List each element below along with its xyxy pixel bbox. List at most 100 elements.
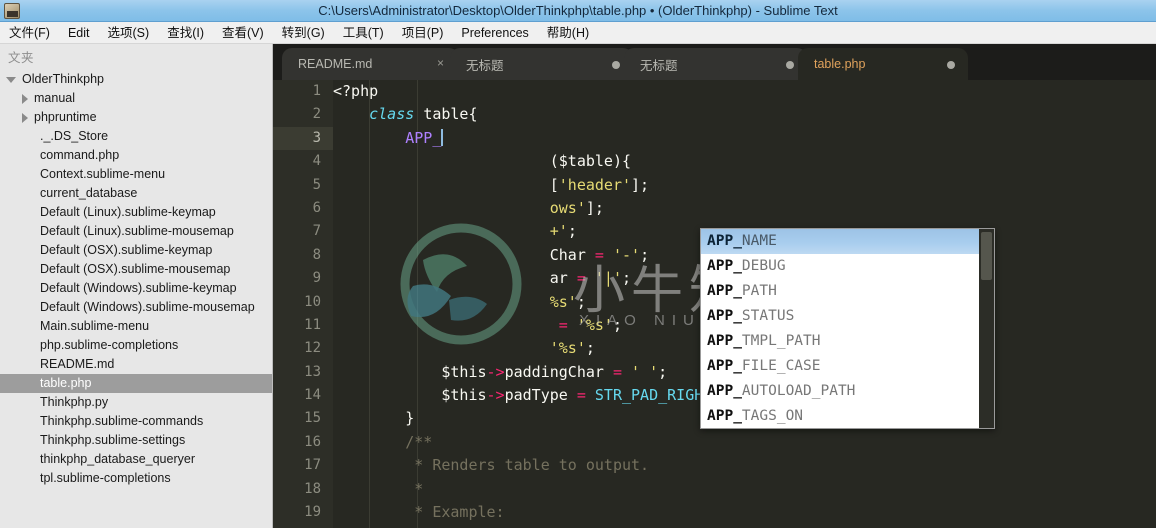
- code-area[interactable]: 1234567891011121314151617181920 <?php cl…: [273, 80, 1156, 528]
- line-number: 16: [304, 433, 321, 450]
- tab-unsaved-dot-icon[interactable]: [947, 61, 955, 69]
- tree-file-row[interactable]: Default (Linux).sublime-mousemap: [0, 222, 272, 241]
- text-cursor: [441, 128, 444, 146]
- code-line: *: [414, 479, 424, 498]
- autocomplete-item-prefix: APP_: [707, 258, 742, 274]
- line-number: 18: [304, 480, 321, 497]
- tab-label: README.md: [298, 57, 373, 71]
- tree-file-row[interactable]: Default (OSX).sublime-keymap: [0, 241, 272, 260]
- menu-item-6[interactable]: 工具(T): [334, 23, 393, 43]
- code-line: /**: [405, 432, 433, 451]
- autocomplete-item-rest: TAGS_ON: [741, 408, 804, 424]
- tree-file-row[interactable]: current_database: [0, 184, 272, 203]
- line-number: 19: [304, 504, 321, 521]
- tree-folder-row[interactable]: OlderThinkphp: [0, 70, 272, 89]
- code-line: <?php: [333, 82, 379, 100]
- code-line: ($table){: [549, 152, 632, 171]
- tree-item-label: phpruntime: [34, 110, 97, 124]
- tree-folder-row[interactable]: phpruntime: [0, 108, 272, 127]
- line-number: 9: [312, 270, 321, 287]
- tab-bar[interactable]: README.md × 无标题 无标题 table.php: [273, 44, 1156, 80]
- line-number: 8: [312, 246, 321, 263]
- tree-file-row[interactable]: Thinkphp.sublime-settings: [0, 431, 272, 450]
- tree-file-row[interactable]: README.md: [0, 355, 272, 374]
- line-number: 11: [304, 316, 321, 333]
- chevron-right-icon[interactable]: [22, 93, 28, 104]
- code-line: * +--------------------+----------------…: [333, 524, 1156, 528]
- menu-item-5[interactable]: 转到(G): [273, 23, 334, 43]
- autocomplete-popup[interactable]: APP_NAME APP_DEBUG APP_PATH APP_STATUS APP_T…: [700, 228, 995, 429]
- tree-file-row[interactable]: Main.sublime-menu: [0, 317, 272, 336]
- autocomplete-item[interactable]: APP_DEBUG: [701, 254, 994, 279]
- tree-item-label: tpl.sublime-completions: [40, 471, 171, 485]
- editor-tab[interactable]: 无标题: [624, 48, 807, 80]
- menu-bar: 文件(F) Edit 选项(S) 查找(I) 查看(V) 转到(G) 工具(T) 项目(P) P…: [0, 22, 1156, 44]
- tree-file-row[interactable]: tpl.sublime-completions: [0, 469, 272, 488]
- tree-item-label: README.md: [40, 357, 115, 371]
- menu-item-2[interactable]: 选项(S): [99, 23, 159, 43]
- autocomplete-item-rest: PATH: [741, 283, 777, 299]
- menu-item-1[interactable]: Edit: [59, 23, 99, 43]
- tree-item-label: current_database: [40, 186, 138, 200]
- folder-tree[interactable]: OlderThinkphp manual phpruntime ._.DS_Store…: [0, 70, 272, 488]
- chevron-down-icon[interactable]: [6, 76, 16, 83]
- line-number: 20: [273, 524, 333, 528]
- tree-file-row[interactable]: php.sublime-completions: [0, 336, 272, 355]
- tree-file-row[interactable]: Default (Windows).sublime-keymap: [0, 279, 272, 298]
- line-number: 15: [304, 410, 321, 427]
- tree-item-label: manual: [34, 91, 75, 105]
- autocomplete-item[interactable]: APP_FILE_CASE: [701, 354, 994, 379]
- tree-file-row[interactable]: Default (Linux).sublime-keymap: [0, 203, 272, 222]
- tab-close-icon[interactable]: ×: [435, 57, 446, 69]
- menu-item-9[interactable]: 帮助(H): [538, 23, 598, 43]
- tree-file-row[interactable]: Context.sublime-menu: [0, 165, 272, 184]
- tree-file-row[interactable]: Default (Windows).sublime-mousemap: [0, 298, 272, 317]
- line-number: 3: [273, 126, 333, 151]
- line-number: 7: [312, 223, 321, 240]
- autocomplete-item-prefix: APP_: [707, 383, 742, 399]
- autocomplete-scrollbar[interactable]: [979, 229, 994, 428]
- tree-item-label: thinkphp_database_queryer: [40, 452, 195, 466]
- tree-file-row[interactable]: thinkphp_database_queryer: [0, 450, 272, 469]
- tree-item-label: OlderThinkphp: [22, 72, 104, 86]
- menu-item-7[interactable]: 项目(P): [393, 23, 453, 43]
- autocomplete-item[interactable]: APP_TAGS_ON: [701, 404, 994, 428]
- editor-tab[interactable]: 无标题: [450, 48, 633, 80]
- autocomplete-item-rest: FILE_CASE: [741, 358, 821, 374]
- tree-file-row[interactable]: table.php: [0, 374, 272, 393]
- sidebar-file-tree[interactable]: 文夹 OlderThinkphp manual phpruntime ._.DS_St…: [0, 44, 273, 528]
- autocomplete-item-prefix: APP_: [707, 358, 742, 374]
- tree-file-row[interactable]: Default (OSX).sublime-mousemap: [0, 260, 272, 279]
- tree-file-row[interactable]: Thinkphp.py: [0, 393, 272, 412]
- tree-item-label: Default (OSX).sublime-keymap: [40, 243, 213, 257]
- line-number: 4: [312, 153, 321, 170]
- autocomplete-item[interactable]: APP_AUTOLOAD_PATH: [701, 379, 994, 404]
- tree-folder-row[interactable]: manual: [0, 89, 272, 108]
- menu-item-8[interactable]: Preferences: [452, 23, 537, 43]
- autocomplete-item[interactable]: APP_STATUS: [701, 304, 994, 329]
- tree-item-label: Default (Linux).sublime-keymap: [40, 205, 216, 219]
- tree-item-label: Main.sublime-menu: [40, 319, 150, 333]
- tree-file-row[interactable]: ._.DS_Store: [0, 127, 272, 146]
- menu-item-4[interactable]: 查看(V): [213, 23, 273, 43]
- tree-item-label: php.sublime-completions: [40, 338, 179, 352]
- autocomplete-scrollbar-thumb[interactable]: [981, 232, 992, 280]
- tree-file-row[interactable]: Thinkphp.sublime-commands: [0, 412, 272, 431]
- chevron-right-icon[interactable]: [22, 112, 28, 123]
- tree-file-row[interactable]: command.php: [0, 146, 272, 165]
- code-line: APP_: [405, 128, 444, 147]
- tab-unsaved-dot-icon[interactable]: [786, 61, 794, 69]
- autocomplete-item[interactable]: APP_PATH: [701, 279, 994, 304]
- tab-unsaved-dot-icon[interactable]: [612, 61, 620, 69]
- autocomplete-item-prefix: APP_: [707, 308, 742, 324]
- autocomplete-list[interactable]: APP_NAME APP_DEBUG APP_PATH APP_STATUS APP_T…: [701, 229, 994, 428]
- menu-item-3[interactable]: 查找(I): [158, 23, 213, 43]
- tree-item-label: ._.DS_Store: [40, 129, 109, 143]
- editor-tab[interactable]: table.php: [798, 48, 968, 80]
- autocomplete-item-prefix: APP_: [707, 333, 742, 349]
- tree-item-label: Thinkphp.sublime-commands: [40, 414, 204, 428]
- autocomplete-item[interactable]: APP_TMPL_PATH: [701, 329, 994, 354]
- autocomplete-item[interactable]: APP_NAME: [701, 229, 994, 254]
- menu-item-0[interactable]: 文件(F): [0, 23, 59, 43]
- editor-tab[interactable]: README.md ×: [282, 48, 459, 80]
